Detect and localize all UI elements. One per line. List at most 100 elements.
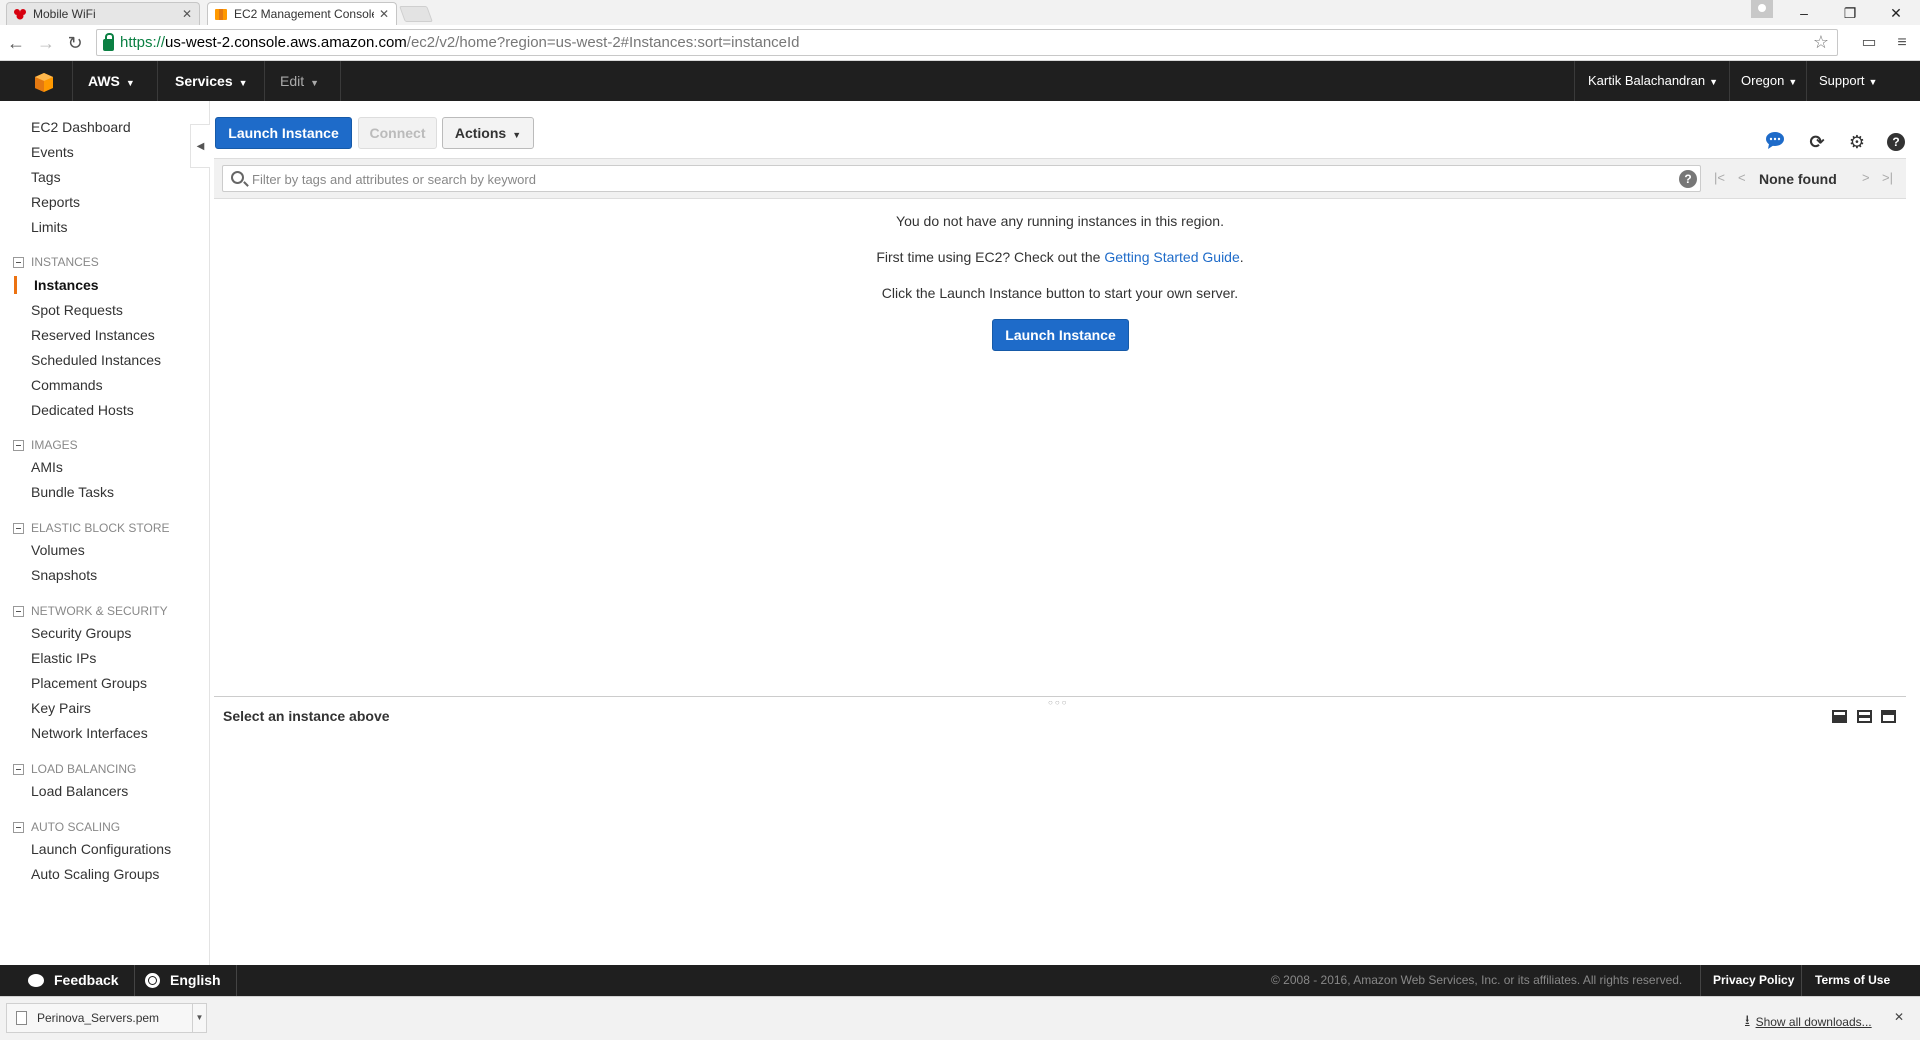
launch-instance-button[interactable]: Launch Instance — [215, 117, 352, 149]
section-title: AUTO SCALING — [31, 820, 121, 834]
address-bar-row: ← → ↻ https:// us-west-2.console.aws.ama… — [0, 25, 1920, 61]
section-instances[interactable]: INSTANCES — [13, 255, 99, 269]
section-title: LOAD BALANCING — [31, 762, 137, 776]
first-page-icon[interactable]: |< — [1714, 170, 1725, 185]
chat-bubble-icon — [28, 974, 44, 987]
reload-icon[interactable]: ↻ — [63, 31, 87, 55]
layout-top-icon[interactable] — [1881, 710, 1896, 723]
refresh-icon[interactable]: ⟳ — [1806, 131, 1828, 153]
next-page-icon[interactable]: > — [1862, 170, 1870, 185]
support-menu[interactable]: Support ▼ — [1819, 61, 1877, 101]
sidebar-item-snapshots[interactable]: Snapshots — [31, 567, 97, 583]
tab-mobile-wifi[interactable]: Mobile WiFi ✕ — [6, 2, 200, 25]
url-field[interactable]: https:// us-west-2.console.aws.amazon.co… — [96, 29, 1838, 56]
pager-status: None found — [1759, 171, 1837, 187]
layout-bottom-icon[interactable] — [1832, 710, 1847, 723]
tab-ec2-console[interactable]: EC2 Management Console ✕ — [207, 2, 397, 25]
feedback-chat-icon[interactable] — [1764, 131, 1786, 153]
previous-page-icon[interactable]: < — [1738, 170, 1746, 185]
sidebar-item-ec2-dashboard[interactable]: EC2 Dashboard — [31, 119, 131, 135]
section-auto-scaling[interactable]: AUTO SCALING — [13, 820, 120, 834]
sidebar-item-network-interfaces[interactable]: Network Interfaces — [31, 725, 148, 741]
filter-box: ? — [222, 165, 1701, 192]
file-icon — [16, 1011, 27, 1025]
privacy-policy-link[interactable]: Privacy Policy — [1713, 965, 1794, 996]
sidebar-item-placement-groups[interactable]: Placement Groups — [31, 675, 147, 691]
sidebar-item-amis[interactable]: AMIs — [31, 459, 63, 475]
pane-splitter[interactable] — [214, 696, 1906, 697]
profile-icon[interactable] — [1751, 0, 1773, 18]
collapse-icon — [13, 821, 24, 833]
chevron-down-icon: ▼ — [238, 78, 248, 88]
feedback-button[interactable]: Feedback — [28, 965, 119, 996]
menu-icon[interactable]: ≡ — [1890, 31, 1914, 55]
minimize-button[interactable]: – — [1784, 2, 1824, 24]
close-icon[interactable]: ✕ — [181, 7, 193, 21]
sidebar-item-elastic-ips[interactable]: Elastic IPs — [31, 650, 96, 666]
close-icon[interactable]: ✕ — [1894, 1010, 1904, 1024]
detail-pane-title: Select an instance above — [223, 708, 390, 724]
section-network-security[interactable]: NETWORK & SECURITY — [13, 604, 168, 618]
sidebar-item-scheduled-instances[interactable]: Scheduled Instances — [31, 352, 161, 368]
sidebar-item-volumes[interactable]: Volumes — [31, 542, 85, 558]
search-input[interactable] — [252, 169, 1652, 189]
edit-label: Edit — [280, 73, 305, 89]
user-name: Kartik Balachandran — [1588, 73, 1706, 88]
last-page-icon[interactable]: >| — [1882, 170, 1893, 185]
sidebar-collapse-button[interactable]: ◀ — [190, 124, 210, 168]
sidebar-item-tags[interactable]: Tags — [31, 169, 61, 185]
sidebar-item-auto-scaling-groups[interactable]: Auto Scaling Groups — [31, 866, 159, 882]
aws-cube-icon[interactable] — [33, 71, 55, 93]
terms-of-use-link[interactable]: Terms of Use — [1815, 965, 1890, 996]
launch-instance-main-button[interactable]: Launch Instance — [992, 319, 1129, 351]
region-name: Oregon — [1741, 73, 1785, 88]
sidebar-item-key-pairs[interactable]: Key Pairs — [31, 700, 91, 716]
sidebar-item-security-groups[interactable]: Security Groups — [31, 625, 131, 641]
splitter-grip-icon[interactable]: ○○○ — [1048, 698, 1069, 707]
download-item[interactable]: Perinova_Servers.pem ▼ — [6, 1003, 207, 1033]
language-label: English — [170, 972, 221, 988]
bookmark-star-icon[interactable]: ☆ — [1813, 32, 1829, 53]
sidebar-item-limits[interactable]: Limits — [31, 219, 68, 235]
layout-split-icon[interactable] — [1857, 710, 1872, 723]
gear-icon[interactable]: ⚙ — [1846, 131, 1868, 153]
sidebar-item-bundle-tasks[interactable]: Bundle Tasks — [31, 484, 114, 500]
close-icon[interactable]: ✕ — [378, 7, 390, 21]
actions-label: Actions — [454, 125, 507, 141]
help-icon[interactable]: ? — [1887, 133, 1905, 151]
user-menu[interactable]: Kartik Balachandran ▼ — [1588, 61, 1718, 101]
feedback-label: Feedback — [54, 972, 119, 988]
sidebar-item-launch-configurations[interactable]: Launch Configurations — [31, 841, 171, 857]
section-images[interactable]: IMAGES — [13, 438, 78, 452]
sidebar-item-dedicated-hosts[interactable]: Dedicated Hosts — [31, 402, 134, 418]
sidebar-item-reports[interactable]: Reports — [31, 194, 80, 210]
language-button[interactable]: English — [145, 965, 221, 996]
sidebar-item-commands[interactable]: Commands — [31, 377, 103, 393]
edit-menu[interactable]: Edit ▼ — [280, 61, 319, 101]
new-tab-button[interactable] — [399, 6, 433, 22]
aws-menu[interactable]: AWS ▼ — [88, 61, 135, 101]
window-close-button[interactable]: ✕ — [1876, 2, 1916, 24]
actions-dropdown[interactable]: Actions ▼ — [442, 117, 534, 149]
restore-button[interactable]: ❐ — [1830, 2, 1870, 24]
search-icon — [231, 171, 244, 184]
section-load-balancing[interactable]: LOAD BALANCING — [13, 762, 136, 776]
getting-started-link[interactable]: Getting Started Guide — [1104, 249, 1239, 265]
search-help-icon[interactable]: ? — [1679, 170, 1697, 188]
aws-label: AWS — [88, 73, 120, 89]
region-menu[interactable]: Oregon ▼ — [1741, 61, 1797, 101]
filter-row: ? |< < None found > >| — [214, 159, 1906, 199]
back-icon[interactable]: ← — [4, 31, 28, 55]
forward-icon[interactable]: → — [34, 31, 58, 55]
sidebar-item-events[interactable]: Events — [31, 144, 74, 160]
section-ebs[interactable]: ELASTIC BLOCK STORE — [13, 521, 170, 535]
connect-button[interactable]: Connect — [358, 117, 437, 149]
show-all-downloads-link[interactable]: ⭳ Show all downloads... — [1745, 1011, 1872, 1033]
chevron-down-icon[interactable]: ▼ — [192, 1004, 206, 1032]
services-menu[interactable]: Services ▼ — [175, 61, 248, 101]
sidebar-item-load-balancers[interactable]: Load Balancers — [31, 783, 128, 799]
cast-icon[interactable]: ▭ — [1857, 31, 1881, 55]
sidebar-item-spot-requests[interactable]: Spot Requests — [31, 302, 123, 318]
sidebar-item-instances[interactable]: Instances — [34, 277, 99, 293]
sidebar-item-reserved-instances[interactable]: Reserved Instances — [31, 327, 155, 343]
